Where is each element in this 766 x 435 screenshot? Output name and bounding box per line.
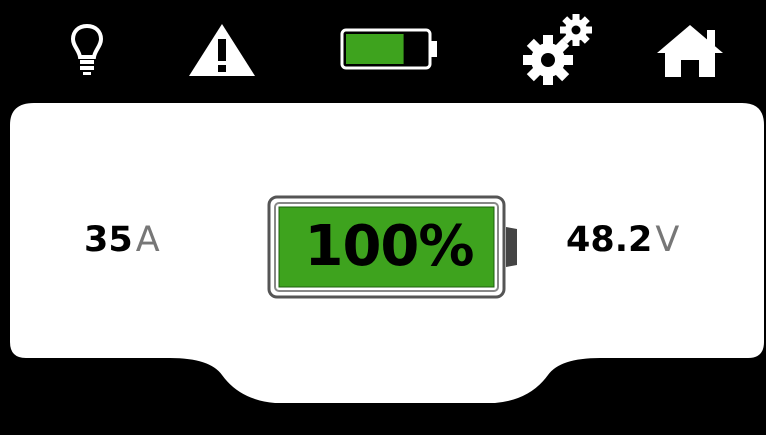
voltage-readout: 48.2V — [566, 214, 679, 266]
current-readout: 35A — [84, 214, 160, 266]
current-unit: A — [135, 220, 160, 260]
voltage-value: 48.2 — [566, 220, 653, 260]
charge-percent: 100% — [304, 214, 474, 279]
voltage-unit: V — [655, 220, 680, 260]
display-screen: 35A 100% 48.2V — [0, 0, 766, 435]
current-value: 35 — [84, 220, 133, 260]
